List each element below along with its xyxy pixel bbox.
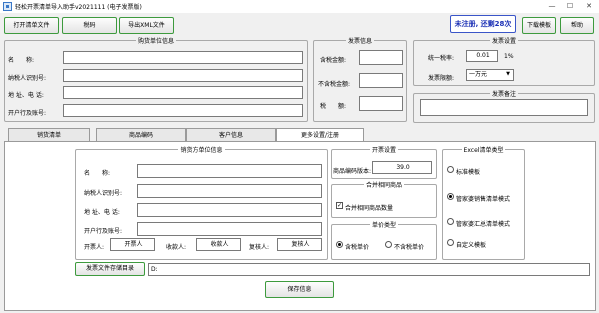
invoice-remark-legend: 发票备注 (491, 91, 516, 98)
excel-gjp-sales-label: 管家婆销售清单模式 (456, 196, 511, 203)
issue-settings-legend: 开票设置 (371, 147, 396, 154)
merge-qty-checkbox[interactable]: ✓ (336, 202, 343, 209)
buyer-address-field[interactable] (63, 86, 303, 99)
buyer-info-legend: 购货单位信息 (137, 38, 174, 45)
seller-taxid-label: 纳税人识别号: (84, 190, 123, 197)
tax-amount-field[interactable] (359, 96, 403, 111)
price-with-tax-radio[interactable] (336, 241, 343, 248)
tab-sales-list[interactable]: 销货清单 (8, 128, 90, 142)
excel-gjp-sales-radio[interactable] (447, 193, 454, 200)
seller-address-field[interactable] (137, 203, 322, 217)
tax-rate-field[interactable]: 0.01 (466, 50, 498, 62)
storage-path-field[interactable]: D: (148, 263, 590, 276)
register-status-button[interactable]: 未注册, 还剩28次 (450, 15, 516, 33)
price-without-tax-radio[interactable] (385, 241, 392, 248)
buyer-bank-label: 开户行及账号: (8, 110, 47, 117)
app-icon (3, 2, 12, 11)
code-version-label: 商品编码版本: (333, 168, 372, 175)
title-bar: 轻松开票清单导入助手v2021111 (电子发票版) — ☐ ✕ (0, 0, 599, 13)
window-title: 轻松开票清单导入助手v2021111 (电子发票版) (15, 4, 142, 11)
tab-customer-info[interactable]: 客户信息 (186, 128, 276, 142)
invoice-settings-legend: 发票设置 (491, 38, 516, 45)
export-xml-button[interactable]: 导出XML文件 (119, 17, 174, 34)
buyer-bank-field[interactable] (63, 104, 303, 117)
seller-info-legend: 销货方单位信息 (180, 147, 223, 154)
help-button[interactable]: 帮助 (560, 17, 594, 34)
invoice-limit-value: 一万元 (469, 71, 488, 78)
minimize-icon[interactable]: — (545, 1, 559, 12)
drawer-field[interactable]: 开票人 (110, 238, 155, 251)
reviewer-label: 复核人: (249, 244, 270, 251)
download-template-button[interactable]: 下载模板 (522, 17, 556, 34)
save-info-button[interactable]: 保存信息 (265, 281, 334, 298)
incl-tax-label: 含税金额: (320, 57, 347, 64)
invoice-limit-label: 发票限额: (428, 75, 455, 82)
incl-tax-field[interactable] (359, 50, 403, 65)
tab-product-code[interactable]: 商品编码 (96, 128, 186, 142)
seller-name-label: 名 称: (84, 170, 111, 177)
invoice-remark-field[interactable] (420, 99, 588, 116)
invoice-info-legend: 发票信息 (347, 38, 372, 45)
merge-group: 合并相同商品 (331, 180, 437, 218)
invoice-limit-select[interactable]: 一万元 ▼ (466, 69, 514, 81)
code-version-field[interactable]: 39.0 (372, 161, 432, 174)
seller-name-field[interactable] (137, 164, 322, 178)
excl-tax-field[interactable] (359, 73, 403, 88)
excel-standard-radio[interactable] (447, 166, 454, 173)
drawer-label: 开票人: (84, 244, 105, 251)
excel-gjp-summary-radio[interactable] (447, 218, 454, 225)
chevron-down-icon: ▼ (506, 71, 510, 77)
seller-bank-field[interactable] (137, 222, 322, 236)
tax-rate-unit: 1% (504, 53, 514, 60)
payee-field[interactable]: 收款人 (196, 238, 241, 251)
excel-type-legend: Excel清单类型 (463, 147, 504, 154)
open-list-button[interactable]: 打开清单文件 (4, 17, 59, 34)
tax-amount-label: 税 额: (320, 103, 347, 110)
excel-custom-label: 自定义模板 (456, 242, 487, 249)
buyer-address-label: 地 址、电 话: (8, 92, 44, 99)
buyer-taxid-field[interactable] (63, 69, 303, 82)
payee-label: 收款人: (166, 244, 187, 251)
reviewer-field[interactable]: 复核人 (277, 238, 322, 251)
price-type-legend: 单价类型 (371, 222, 396, 229)
buyer-name-label: 名 称: (8, 57, 35, 64)
merge-qty-label: 合并相同商品数量 (345, 205, 394, 212)
close-icon[interactable]: ✕ (582, 1, 596, 12)
excel-standard-label: 标准模板 (456, 169, 481, 176)
buyer-name-field[interactable] (63, 51, 303, 64)
excel-custom-radio[interactable] (447, 239, 454, 246)
excl-tax-label: 不含税金额: (318, 81, 351, 88)
seller-address-label: 地 址、电 话: (84, 209, 120, 216)
seller-bank-label: 开户行及账号: (84, 228, 123, 235)
tax-code-button[interactable]: 税码 (62, 17, 117, 34)
tax-rate-label: 统一税率: (428, 55, 455, 62)
price-with-tax-label: 含税单价 (345, 244, 370, 251)
seller-taxid-field[interactable] (137, 184, 322, 198)
excel-gjp-summary-label: 管家婆汇总清单模式 (456, 221, 511, 228)
tab-more-settings[interactable]: 更多设置/注册 (276, 128, 364, 142)
price-type-group: 单价类型 (331, 220, 437, 260)
buyer-taxid-label: 纳税人识别号: (8, 75, 47, 82)
price-without-tax-label: 不含税单价 (394, 244, 425, 251)
storage-dir-button[interactable]: 发票文件存储目录 (75, 262, 145, 276)
maximize-icon[interactable]: ☐ (563, 1, 577, 12)
merge-legend: 合并相同商品 (365, 182, 402, 189)
